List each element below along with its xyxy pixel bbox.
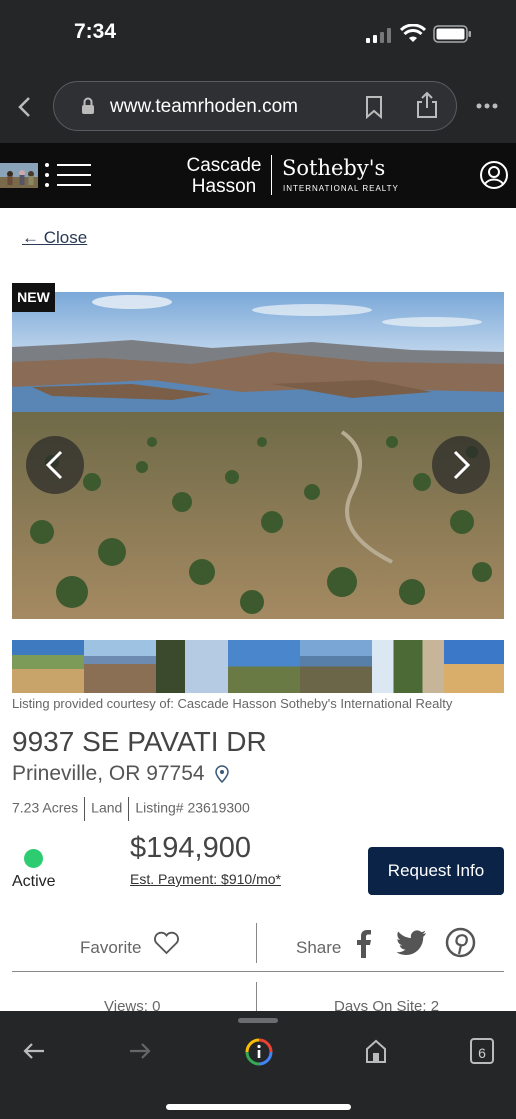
city-line: Prineville, OR 97754	[12, 762, 205, 785]
home-icon[interactable]	[364, 1038, 388, 1064]
share-label: Share	[296, 938, 342, 957]
back-icon[interactable]	[16, 96, 34, 118]
forward-arrow-icon	[130, 1043, 151, 1059]
divider	[84, 797, 86, 821]
photo-thumbnail[interactable]	[228, 640, 300, 693]
wifi-icon	[400, 24, 426, 42]
photo-thumbnail[interactable]	[444, 640, 504, 693]
landscape-image	[12, 292, 504, 619]
tab-count-button[interactable]: 6	[470, 1038, 494, 1064]
next-photo-button[interactable]	[432, 436, 490, 494]
chevron-right-icon	[453, 450, 471, 480]
bookmark-icon[interactable]	[364, 95, 384, 119]
home-indicator[interactable]	[166, 1104, 351, 1110]
divider	[12, 971, 504, 972]
google-lens-icon[interactable]	[244, 1037, 274, 1067]
map-pin-icon[interactable]	[214, 765, 230, 784]
divider	[256, 923, 257, 963]
photo-thumbnail[interactable]	[12, 640, 84, 693]
pinterest-icon[interactable]	[445, 927, 476, 958]
property-type: Land	[91, 799, 123, 816]
brand-logo-left[interactable]: Cascade Hasson	[184, 155, 264, 197]
back-arrow-icon[interactable]	[22, 1041, 46, 1061]
heart-icon[interactable]	[153, 931, 180, 955]
user-account-icon[interactable]	[479, 160, 509, 190]
status-time: 7:34	[74, 20, 117, 43]
photo-thumbnail[interactable]	[84, 640, 156, 693]
request-info-button[interactable]: Request Info	[368, 847, 504, 895]
est-payment-link[interactable]: Est. Payment: $910/mo*	[130, 871, 281, 887]
status-label: Active	[12, 873, 56, 890]
agent-photo	[0, 163, 38, 188]
lock-icon	[82, 97, 94, 114]
hamburger-menu-icon[interactable]	[44, 163, 92, 187]
brand-left-line2: Hasson	[191, 176, 257, 197]
listing-address: 9937 SE PAVATI DR	[12, 726, 267, 757]
photo-thumbnail[interactable]	[372, 640, 444, 693]
divider	[256, 982, 257, 1012]
share-sheet-icon[interactable]	[415, 91, 439, 119]
toolbar-grabber[interactable]	[238, 1018, 278, 1023]
brand-logo-right[interactable]: Sotheby's	[282, 156, 385, 180]
chevron-left-icon	[45, 450, 63, 480]
brand-divider	[271, 155, 272, 195]
divider	[128, 797, 130, 821]
cellular-signal-icon	[366, 28, 394, 43]
close-link[interactable]: ← Close	[22, 228, 87, 248]
favorite-label[interactable]: Favorite	[80, 938, 141, 958]
status-indicator	[24, 849, 43, 868]
prev-photo-button[interactable]	[26, 436, 84, 494]
photo-thumbnail[interactable]	[300, 640, 372, 693]
brand-subtitle: INTERNATIONAL REALTY	[283, 184, 399, 193]
listing-main-photo[interactable]	[12, 292, 504, 619]
facebook-icon[interactable]	[355, 928, 373, 958]
more-menu-icon[interactable]	[476, 102, 498, 110]
twitter-icon[interactable]	[397, 930, 427, 956]
brand-left-line1: Cascade	[186, 155, 262, 176]
listing-number: Listing# 23619300	[135, 799, 250, 816]
listing-facts: 7.23 Acres Land Listing# 23619300	[12, 797, 250, 821]
new-badge: NEW	[12, 283, 55, 312]
battery-icon	[433, 25, 471, 43]
listing-courtesy: Listing provided courtesy of: Cascade Ha…	[12, 696, 453, 711]
photo-thumbnail[interactable]	[156, 640, 228, 693]
listing-city: Prineville, OR 97754	[12, 762, 230, 786]
url-text[interactable]: www.teamrhoden.com	[110, 96, 298, 118]
listing-price: $194,900	[130, 832, 251, 864]
acres: 7.23 Acres	[12, 799, 79, 816]
